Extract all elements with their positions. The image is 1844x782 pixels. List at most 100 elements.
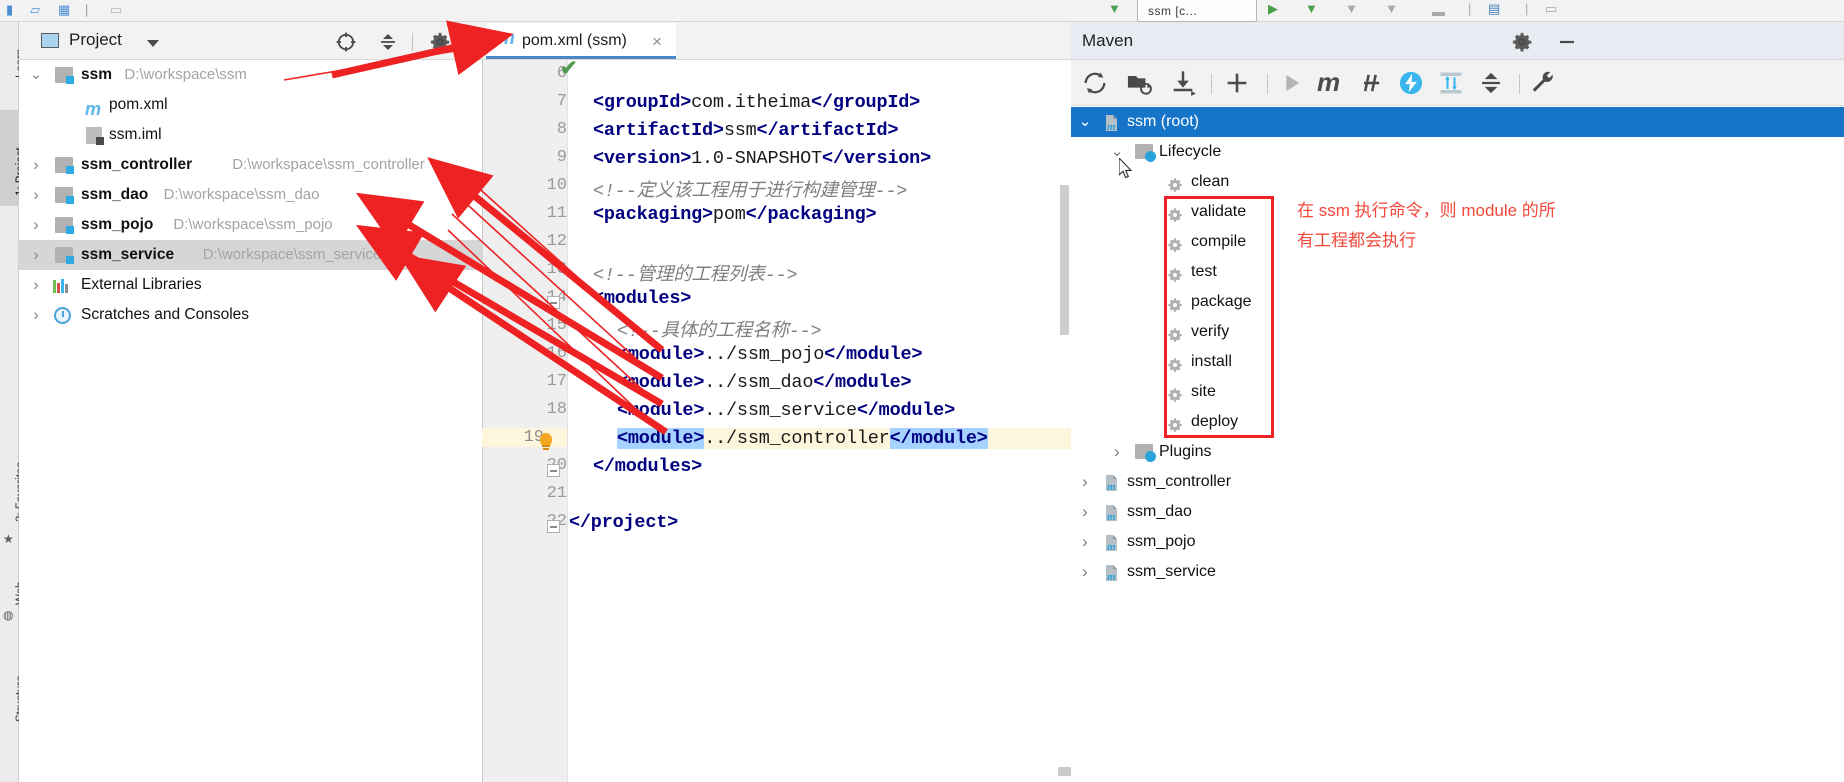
sidebar-item-project[interactable]: 1: Project: [0, 110, 19, 206]
line-number: 7: [505, 92, 567, 111]
code-token: <module>: [617, 372, 704, 393]
code-token: ../ssm_pojo: [704, 344, 824, 365]
download-sources-icon[interactable]: [1169, 69, 1197, 97]
project-tree-row[interactable]: ›ssm_controllerD:\workspace\ssm_controll…: [19, 150, 483, 180]
maven-tree-row[interactable]: ›mssm_service: [1071, 557, 1844, 587]
chevron-down-icon[interactable]: ⌄: [1077, 107, 1093, 137]
run-configuration-selector[interactable]: ssm [c...: [1137, 0, 1257, 22]
line-number: 6: [505, 64, 567, 83]
code-line[interactable]: <!--管理的工程列表-->: [593, 260, 797, 286]
fold-marker-project-end[interactable]: [547, 520, 560, 533]
editor-tab-pom-xml[interactable]: m pom.xml (ssm) ×: [486, 23, 676, 59]
code-line[interactable]: <module>../ssm_dao</module>: [617, 372, 911, 393]
code-line[interactable]: <!--定义该工程用于进行构建管理-->: [593, 176, 907, 202]
project-tree-row[interactable]: ⌄ssmD:\workspace\ssm: [19, 60, 483, 90]
fold-marker-modules[interactable]: [547, 296, 560, 309]
coverage-icon[interactable]: ▼: [1345, 1, 1358, 16]
maven-tree-row[interactable]: ›mssm_controller: [1071, 467, 1844, 497]
globe-icon: ◍: [3, 608, 13, 622]
toolbar-icon-3[interactable]: |: [85, 2, 88, 17]
fold-marker-modules-end[interactable]: [547, 464, 560, 477]
search-everywhere-icon[interactable]: ▭: [1545, 1, 1557, 17]
code-line[interactable]: <packaging>pom</packaging>: [593, 204, 876, 225]
code-token: </artifactId>: [757, 120, 899, 141]
chevron-right-icon[interactable]: ›: [1077, 527, 1093, 557]
maven-tree-row[interactable]: ›mssm_pojo: [1071, 527, 1844, 557]
code-line[interactable]: <!--具体的工程名称-->: [617, 316, 821, 342]
run-icon-top[interactable]: ▼: [1108, 1, 1121, 16]
code-line[interactable]: <module>../ssm_pojo</module>: [617, 344, 922, 365]
chevron-down-icon[interactable]: ⌄: [29, 60, 43, 90]
chevron-right-icon[interactable]: ›: [1077, 557, 1093, 587]
stop-icon[interactable]: ▬: [1432, 4, 1445, 19]
project-tree-row[interactable]: ›ssm_serviceD:\workspace\ssm_service: [19, 240, 483, 270]
maven-tree-row[interactable]: clean: [1071, 167, 1844, 197]
editor-gutter[interactable]: 678910111213141516171819202122: [483, 60, 568, 782]
maven-tree-row[interactable]: ⌄mssm (root): [1071, 107, 1844, 137]
chevron-right-icon[interactable]: ›: [29, 270, 43, 300]
project-tree-row[interactable]: ›Scratches and Consoles: [19, 300, 483, 330]
project-panel-header: Project: [19, 22, 483, 60]
toggle-skip-tests-icon[interactable]: [1357, 69, 1385, 97]
minimize-icon[interactable]: [1556, 31, 1578, 57]
chevron-right-icon[interactable]: ›: [29, 180, 43, 210]
code-content[interactable]: <groupId>com.itheima</groupId> <artifactI…: [569, 60, 1071, 782]
inspection-ok-icon[interactable]: ✔: [560, 56, 578, 81]
layout-icon[interactable]: ▤: [1488, 1, 1500, 17]
code-line[interactable]: </modules>: [593, 456, 702, 477]
add-maven-project-icon[interactable]: [1223, 69, 1251, 97]
project-tree-row-label: pom.xml: [109, 90, 168, 120]
settings-wrench-icon[interactable]: [1529, 69, 1557, 97]
profile-icon[interactable]: ▼: [1385, 1, 1398, 16]
run-icon[interactable]: ▶: [1268, 1, 1278, 17]
toolbar-icon-4[interactable]: ▭: [110, 2, 122, 18]
maven-tree-row[interactable]: ›mssm_dao: [1071, 497, 1844, 527]
chevron-right-icon[interactable]: ›: [29, 300, 43, 330]
chevron-down-icon[interactable]: [147, 40, 159, 47]
generate-sources-icon[interactable]: [1125, 69, 1153, 97]
chevron-right-icon[interactable]: ›: [29, 240, 43, 270]
code-line[interactable]: <version>1.0-SNAPSHOT</version>: [593, 148, 931, 169]
gear-icon[interactable]: [429, 31, 451, 53]
locate-target-icon[interactable]: [335, 31, 357, 53]
code-line[interactable]: <artifactId>ssm</artifactId>: [593, 120, 898, 141]
project-file-tree[interactable]: ⌄ssmD:\workspace\ssmmpom.xmlssm.iml›ssm_…: [19, 60, 483, 330]
toggle-offline-icon[interactable]: [1397, 69, 1425, 97]
chevron-right-icon[interactable]: ›: [29, 150, 43, 180]
gear-icon[interactable]: [1511, 31, 1533, 57]
collapse-all-icon[interactable]: [377, 31, 399, 53]
star-icon: ★: [3, 532, 14, 546]
project-tree-row[interactable]: ›External Libraries: [19, 270, 483, 300]
chevron-right-icon[interactable]: ›: [1077, 467, 1093, 497]
intention-bulb-icon[interactable]: [538, 433, 554, 453]
show-dependencies-icon[interactable]: [1437, 69, 1465, 97]
project-tree-row[interactable]: ›ssm_daoD:\workspace\ssm_dao: [19, 180, 483, 210]
toolbar-icon-2[interactable]: ▦: [58, 2, 70, 18]
maven-tree-row[interactable]: ⌄Lifecycle: [1071, 137, 1844, 167]
execute-maven-goal-icon[interactable]: m: [1317, 69, 1345, 97]
chevron-right-icon[interactable]: ›: [1109, 437, 1125, 467]
run-icon[interactable]: [1277, 69, 1305, 97]
chevron-right-icon[interactable]: ›: [1077, 497, 1093, 527]
project-tree-row[interactable]: ›ssm_pojoD:\workspace\ssm_pojo: [19, 210, 483, 240]
project-tree-row[interactable]: mpom.xml: [19, 90, 483, 120]
code-line[interactable]: <module>../ssm_service</module>: [617, 400, 955, 421]
maven-tree-row[interactable]: ›Plugins: [1071, 437, 1844, 467]
code-token: <groupId>: [593, 92, 691, 113]
code-line[interactable]: </project>: [569, 512, 678, 533]
module-folder-icon: [55, 217, 73, 233]
chevron-right-icon[interactable]: ›: [29, 210, 43, 240]
code-line[interactable]: <groupId>com.itheima</groupId>: [593, 92, 920, 113]
code-line[interactable]: <modules>: [593, 288, 691, 309]
toolbar-icon-1[interactable]: ▱: [30, 2, 40, 18]
toolbar-icon-0[interactable]: ▮: [6, 2, 13, 18]
reimport-icon[interactable]: [1081, 69, 1109, 97]
lifecycle-folder-icon: [1135, 144, 1153, 159]
debug-icon[interactable]: ▼: [1305, 1, 1318, 16]
close-icon[interactable]: ×: [652, 32, 662, 52]
code-line[interactable]: <module>../ssm_controller</module>: [617, 428, 1071, 449]
collapse-all-icon[interactable]: [1477, 69, 1505, 97]
code-token: pom: [713, 204, 746, 225]
editor-vertical-scrollbar[interactable]: [1060, 185, 1069, 335]
project-tree-row[interactable]: ssm.iml: [19, 120, 483, 150]
